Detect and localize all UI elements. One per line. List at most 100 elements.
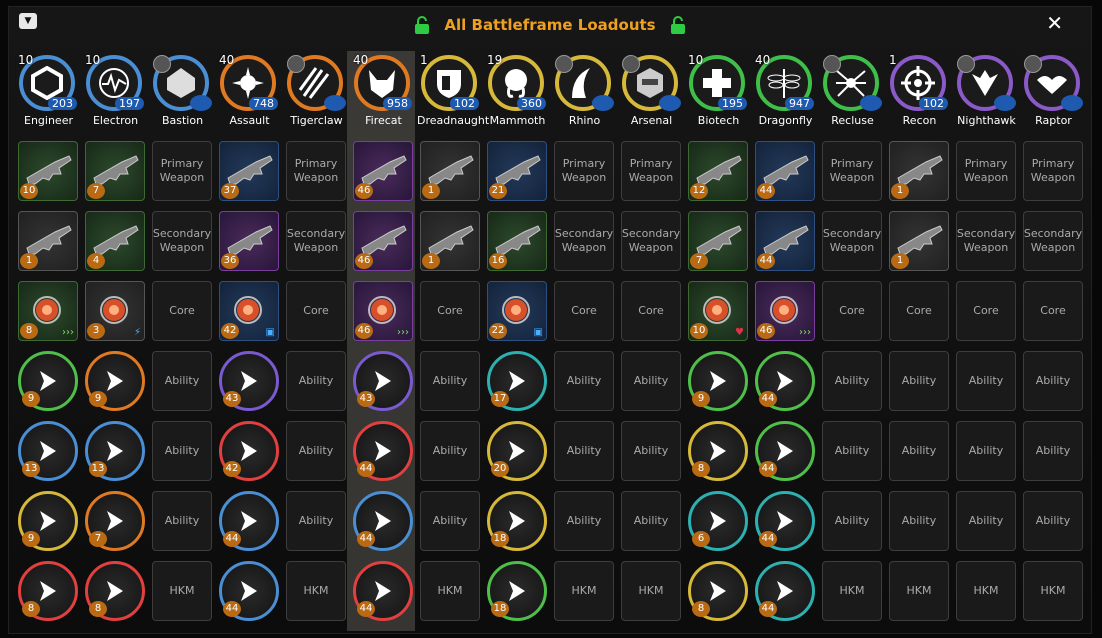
empty-slot-hkm[interactable]: HKM — [420, 561, 480, 621]
empty-slot-secondary[interactable]: Secondary Weapon — [554, 211, 614, 271]
ability-slot-hkm[interactable]: 44 — [353, 561, 413, 621]
ability-slot-ability3[interactable]: 9 — [18, 491, 78, 551]
empty-slot-secondary[interactable]: Secondary Weapon — [956, 211, 1016, 271]
frame-selector-nighthawk[interactable]: Nighthawk — [953, 51, 1020, 131]
frame-selector-bastion[interactable]: Bastion — [149, 51, 216, 131]
frame-selector-biotech[interactable]: 10 195 Biotech — [685, 51, 752, 131]
empty-slot-ability3[interactable]: Ability — [889, 491, 949, 551]
ability-slot-ability3[interactable]: 18 — [487, 491, 547, 551]
weapon-slot-primary[interactable]: 21 — [487, 141, 547, 201]
ability-slot-ability3[interactable]: 44 — [353, 491, 413, 551]
empty-slot-ability1[interactable]: Ability — [554, 351, 614, 411]
empty-slot-core[interactable]: Core — [956, 281, 1016, 341]
ability-slot-hkm[interactable]: 44 — [755, 561, 815, 621]
weapon-slot-primary[interactable]: 44 — [755, 141, 815, 201]
empty-slot-core[interactable]: Core — [286, 281, 346, 341]
frame-selector-dreadnaught[interactable]: 1 102 Dreadnaught — [417, 51, 489, 131]
frame-selector-dragonfly[interactable]: 40 947 Dragonfly — [752, 51, 819, 131]
empty-slot-ability2[interactable]: Ability — [956, 421, 1016, 481]
ability-slot-ability1[interactable]: 9 — [688, 351, 748, 411]
weapon-slot-primary[interactable]: 1 — [420, 141, 480, 201]
ability-slot-hkm[interactable]: 8 — [85, 561, 145, 621]
empty-slot-primary[interactable]: Primary Weapon — [956, 141, 1016, 201]
close-button[interactable]: ✕ — [1046, 11, 1063, 35]
weapon-slot-secondary[interactable]: 44 — [755, 211, 815, 271]
frame-selector-assault[interactable]: 40 748 Assault — [216, 51, 283, 131]
frame-selector-tigerclaw[interactable]: Tigerclaw — [283, 51, 350, 131]
frame-selector-arsenal[interactable]: Arsenal — [618, 51, 685, 131]
ability-slot-ability2[interactable]: 8 — [688, 421, 748, 481]
ability-slot-ability2[interactable]: 13 — [18, 421, 78, 481]
empty-slot-ability1[interactable]: Ability — [1023, 351, 1083, 411]
empty-slot-primary[interactable]: Primary Weapon — [152, 141, 212, 201]
frame-selector-raptor[interactable]: Raptor — [1020, 51, 1087, 131]
weapon-slot-secondary[interactable]: 1 — [18, 211, 78, 271]
frame-selector-recon[interactable]: 1 102 Recon — [886, 51, 953, 131]
ability-slot-ability2[interactable]: 44 — [353, 421, 413, 481]
empty-slot-hkm[interactable]: HKM — [956, 561, 1016, 621]
empty-slot-core[interactable]: Core — [554, 281, 614, 341]
empty-slot-ability3[interactable]: Ability — [621, 491, 681, 551]
empty-slot-hkm[interactable]: HKM — [889, 561, 949, 621]
empty-slot-ability3[interactable]: Ability — [554, 491, 614, 551]
core-slot[interactable]: ▣ 42 — [219, 281, 279, 341]
empty-slot-ability3[interactable]: Ability — [956, 491, 1016, 551]
empty-slot-hkm[interactable]: HKM — [152, 561, 212, 621]
empty-slot-ability2[interactable]: Ability — [822, 421, 882, 481]
ability-slot-hkm[interactable]: 18 — [487, 561, 547, 621]
empty-slot-primary[interactable]: Primary Weapon — [554, 141, 614, 201]
frame-selector-firecat[interactable]: 40 958 Firecat — [350, 51, 417, 131]
unlock-icon[interactable] — [414, 16, 430, 34]
ability-slot-ability3[interactable]: 44 — [755, 491, 815, 551]
core-slot[interactable]: ››› 46 — [353, 281, 413, 341]
ability-slot-ability2[interactable]: 42 — [219, 421, 279, 481]
weapon-slot-primary[interactable]: 1 — [889, 141, 949, 201]
empty-slot-hkm[interactable]: HKM — [621, 561, 681, 621]
empty-slot-secondary[interactable]: Secondary Weapon — [822, 211, 882, 271]
weapon-slot-secondary[interactable]: 16 — [487, 211, 547, 271]
empty-slot-core[interactable]: Core — [420, 281, 480, 341]
core-slot[interactable]: ♥ 10 — [688, 281, 748, 341]
empty-slot-secondary[interactable]: Secondary Weapon — [1023, 211, 1083, 271]
empty-slot-core[interactable]: Core — [152, 281, 212, 341]
empty-slot-ability1[interactable]: Ability — [621, 351, 681, 411]
empty-slot-ability1[interactable]: Ability — [152, 351, 212, 411]
weapon-slot-secondary[interactable]: 1 — [420, 211, 480, 271]
ability-slot-ability1[interactable]: 43 — [353, 351, 413, 411]
weapon-slot-primary[interactable]: 37 — [219, 141, 279, 201]
empty-slot-core[interactable]: Core — [1023, 281, 1083, 341]
weapon-slot-primary[interactable]: 12 — [688, 141, 748, 201]
ability-slot-ability1[interactable]: 44 — [755, 351, 815, 411]
core-slot[interactable]: ▣ 22 — [487, 281, 547, 341]
weapon-slot-secondary[interactable]: 1 — [889, 211, 949, 271]
ability-slot-ability1[interactable]: 17 — [487, 351, 547, 411]
ability-slot-ability3[interactable]: 6 — [688, 491, 748, 551]
weapon-slot-secondary[interactable]: 46 — [353, 211, 413, 271]
unlock-icon[interactable] — [670, 16, 686, 34]
core-slot[interactable]: ››› 46 — [755, 281, 815, 341]
empty-slot-hkm[interactable]: HKM — [1023, 561, 1083, 621]
ability-slot-ability1[interactable]: 43 — [219, 351, 279, 411]
empty-slot-ability2[interactable]: Ability — [286, 421, 346, 481]
core-slot[interactable]: ››› 8 — [18, 281, 78, 341]
empty-slot-secondary[interactable]: Secondary Weapon — [621, 211, 681, 271]
ability-slot-hkm[interactable]: 8 — [688, 561, 748, 621]
empty-slot-ability3[interactable]: Ability — [420, 491, 480, 551]
empty-slot-ability2[interactable]: Ability — [1023, 421, 1083, 481]
empty-slot-ability1[interactable]: Ability — [420, 351, 480, 411]
empty-slot-ability3[interactable]: Ability — [1023, 491, 1083, 551]
empty-slot-primary[interactable]: Primary Weapon — [286, 141, 346, 201]
ability-slot-hkm[interactable]: 8 — [18, 561, 78, 621]
empty-slot-ability1[interactable]: Ability — [286, 351, 346, 411]
frame-selector-mammoth[interactable]: 19 360 Mammoth — [484, 51, 551, 131]
empty-slot-ability2[interactable]: Ability — [152, 421, 212, 481]
ability-slot-ability3[interactable]: 44 — [219, 491, 279, 551]
frame-selector-rhino[interactable]: Rhino — [551, 51, 618, 131]
ability-slot-ability1[interactable]: 9 — [18, 351, 78, 411]
empty-slot-ability1[interactable]: Ability — [822, 351, 882, 411]
empty-slot-core[interactable]: Core — [889, 281, 949, 341]
empty-slot-secondary[interactable]: Secondary Weapon — [286, 211, 346, 271]
ability-slot-ability2[interactable]: 20 — [487, 421, 547, 481]
ability-slot-ability2[interactable]: 13 — [85, 421, 145, 481]
empty-slot-hkm[interactable]: HKM — [286, 561, 346, 621]
